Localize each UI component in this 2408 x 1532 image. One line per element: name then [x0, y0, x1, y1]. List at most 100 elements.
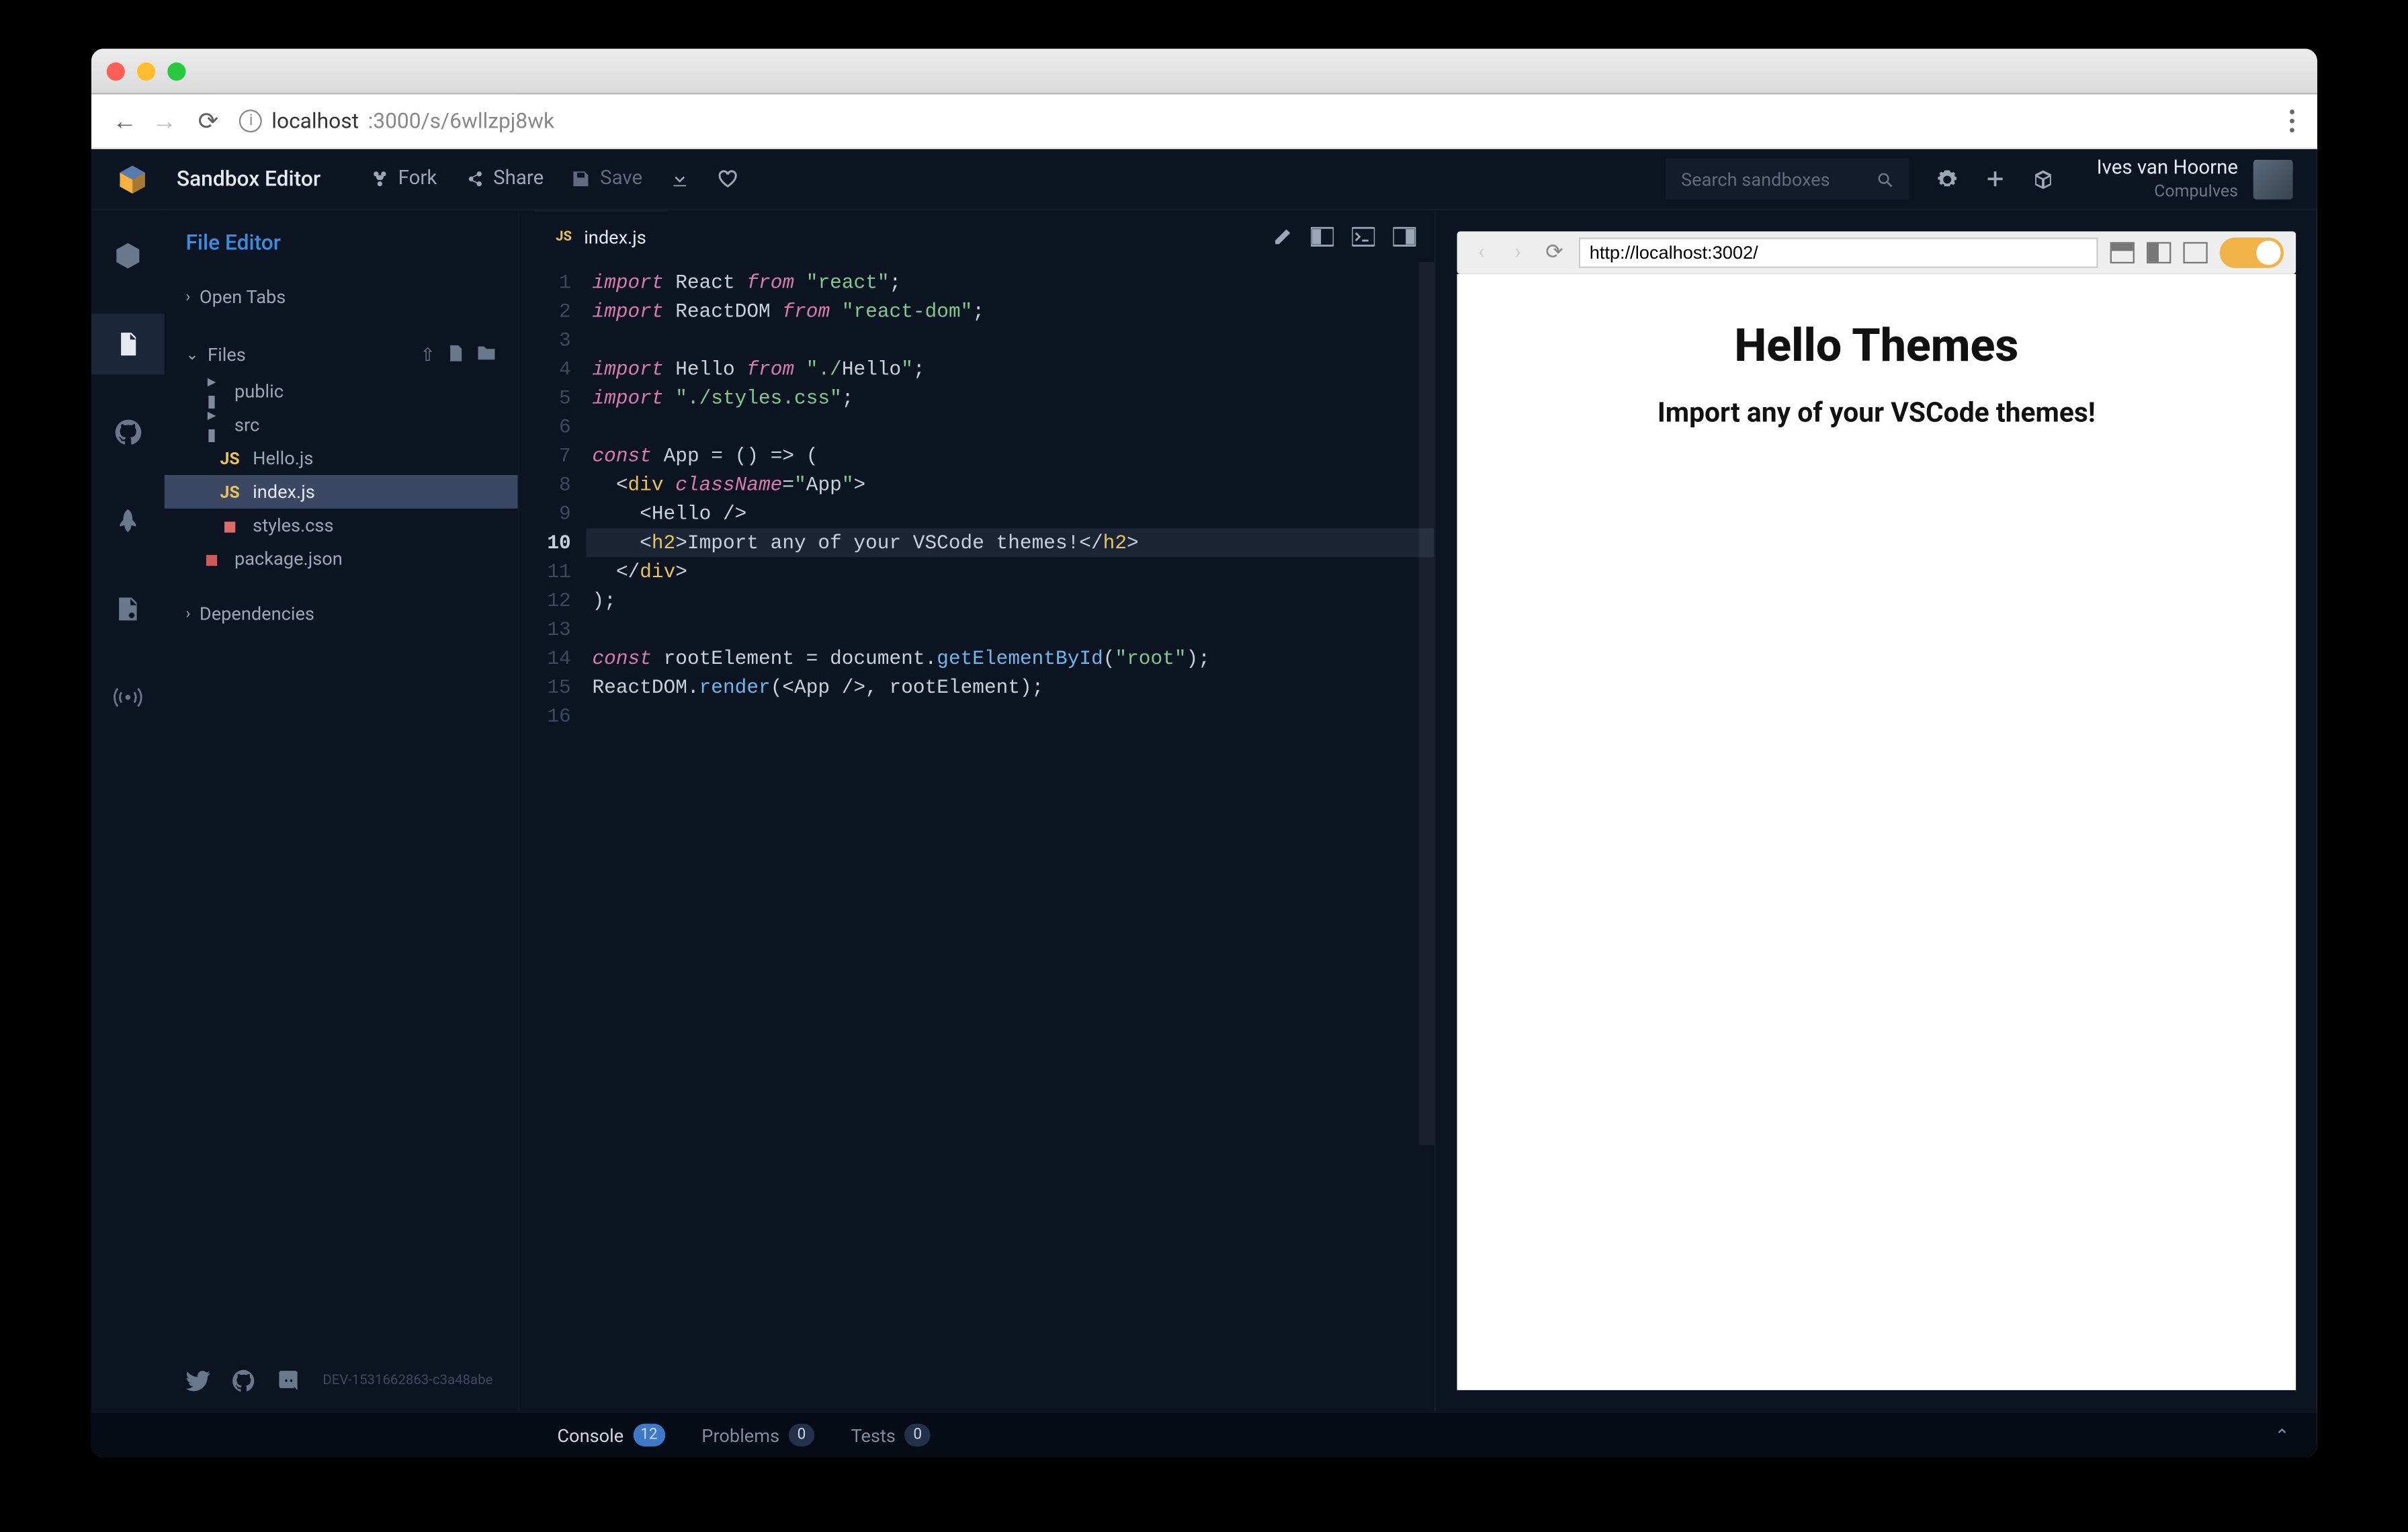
file-row-index-js[interactable]: JS index.js	[165, 475, 518, 509]
search-sandboxes[interactable]: Search sandboxes	[1666, 159, 1909, 200]
layout-preview-icon[interactable]	[1393, 226, 1416, 246]
chevron-right-icon: ›	[185, 288, 190, 305]
minimize-window-button[interactable]	[137, 62, 155, 80]
layout-split-icon[interactable]	[2147, 242, 2171, 263]
search-placeholder: Search sandboxes	[1681, 168, 1830, 189]
file-row-src[interactable]: ▸ ▮ src	[165, 408, 518, 441]
js-icon: JS	[556, 229, 572, 245]
fork-label: Fork	[398, 167, 437, 190]
address-bar[interactable]: i localhost :3000/s/6wllzpj8wk	[240, 109, 2257, 133]
new-sandbox-icon[interactable]	[1985, 169, 2005, 189]
user-menu[interactable]: Ives van Hoorne CompuIves	[2097, 157, 2293, 201]
activity-github-icon[interactable]	[91, 402, 165, 463]
fork-button[interactable]: Fork	[370, 167, 437, 190]
sidebar-open-tabs[interactable]: › Open Tabs	[165, 277, 518, 316]
new-folder-icon[interactable]	[476, 344, 496, 366]
editor-tab-index[interactable]: JS index.js	[534, 210, 667, 262]
discord-icon[interactable]	[277, 1370, 301, 1392]
like-icon[interactable]	[717, 168, 738, 189]
preview-heading: Hello Themes	[1734, 320, 2018, 373]
activity-config-icon[interactable]	[91, 579, 165, 640]
line-gutter: 12345678910111213141516	[519, 268, 587, 1412]
browser-menu-button[interactable]	[2290, 110, 2296, 132]
preview-reload-button[interactable]: ⟳	[1542, 241, 1566, 265]
codesandbox-app: Sandbox Editor Fork Share Save Search sa…	[91, 149, 2317, 1457]
share-button[interactable]: Share	[464, 167, 544, 190]
status-console[interactable]: Console 12	[557, 1424, 665, 1447]
save-label: Save	[600, 167, 642, 190]
sidebar: File Editor › Open Tabs ⌄ Files ⇧ ▸ ▮	[165, 210, 518, 1412]
titlebar	[91, 49, 2317, 95]
activity-live-icon[interactable]	[91, 667, 165, 728]
tests-count-badge: 0	[905, 1424, 931, 1447]
cube-icon[interactable]	[2032, 168, 2054, 189]
user-handle: CompuIves	[2097, 181, 2238, 201]
file-row-public[interactable]: ▸ ▮ public	[165, 374, 518, 408]
chevron-right-icon: ›	[185, 605, 190, 622]
open-external-icon[interactable]	[2183, 242, 2207, 263]
reload-button[interactable]: ⟳	[198, 107, 218, 136]
preview-toggle[interactable]	[2220, 237, 2284, 267]
activity-deploy-icon[interactable]	[91, 491, 165, 552]
code-area[interactable]: 12345678910111213141516 import React fro…	[519, 262, 1434, 1412]
status-tests[interactable]: Tests 0	[851, 1424, 931, 1447]
activity-project-icon[interactable]	[91, 225, 165, 286]
preview-url-input[interactable]	[1579, 237, 2098, 267]
file-row-package-json[interactable]: ◼ package.json	[165, 542, 518, 576]
preview-panel: ‹ › ⟳ Hello Themes Import any of your VS…	[1434, 210, 2317, 1412]
preview-subheading: Import any of your VSCode themes!	[1658, 397, 2096, 429]
status-bar: Console 12 Problems 0 Tests 0 ⌃	[91, 1412, 2317, 1457]
file-row-hello-js[interactable]: JS Hello.js	[165, 441, 518, 475]
url-path: :3000/s/6wllzpj8wk	[368, 109, 555, 133]
status-problems[interactable]: Problems 0	[701, 1424, 814, 1447]
editor: JS index.js 12345678910111213141516 impo…	[517, 210, 1434, 1412]
zoom-window-button[interactable]	[167, 62, 185, 80]
upload-icon[interactable]: ⇧	[420, 344, 435, 366]
sidebar-dependencies[interactable]: › Dependencies	[165, 594, 518, 634]
preview-back-button[interactable]: ‹	[1469, 241, 1494, 265]
browser-toolbar: ← → ⟳ i localhost :3000/s/6wllzpj8wk	[91, 94, 2317, 149]
file-row-styles-css[interactable]: ◼ styles.css	[165, 509, 518, 542]
app-main: File Editor › Open Tabs ⌄ Files ⇧ ▸ ▮	[91, 210, 2317, 1412]
layout-editor-icon[interactable]	[1311, 226, 1334, 246]
npm-icon: ◼	[201, 549, 222, 568]
activity-bar	[91, 210, 165, 1412]
back-button[interactable]: ←	[113, 105, 137, 136]
editor-scrollbar[interactable]	[1419, 262, 1434, 1145]
edit-icon[interactable]	[1273, 226, 1292, 246]
new-file-icon[interactable]	[447, 344, 464, 366]
url-host: localhost	[271, 109, 359, 133]
settings-icon[interactable]	[1937, 168, 1959, 189]
app-header: Sandbox Editor Fork Share Save Search sa…	[91, 149, 2317, 210]
close-window-button[interactable]	[107, 62, 125, 80]
user-name: Ives van Hoorne	[2097, 157, 2238, 181]
console-count-badge: 12	[633, 1424, 665, 1447]
status-expand-icon[interactable]: ⌃	[2274, 1424, 2290, 1446]
layout-terminal-icon[interactable]	[1352, 226, 1375, 246]
site-info-icon[interactable]: i	[240, 110, 263, 132]
search-icon	[1876, 170, 1894, 188]
activity-files-icon[interactable]	[91, 314, 165, 375]
folder-icon: ▸ ▮	[201, 405, 222, 445]
download-icon[interactable]	[670, 169, 689, 189]
code-lines: import React from "react";import ReactDO…	[586, 268, 1434, 1412]
save-button[interactable]: Save	[571, 167, 642, 190]
browser-window: 6wllzpj8wk - CodeSandbox × Guest ← → ⟳ i…	[91, 49, 2317, 1457]
preview-frame: Hello Themes Import any of your VSCode t…	[1457, 274, 2296, 1390]
preview-forward-button[interactable]: ›	[1506, 241, 1530, 265]
chevron-down-icon: ⌄	[185, 347, 198, 364]
forward-button[interactable]: →	[153, 105, 177, 136]
github-footer-icon[interactable]	[231, 1369, 255, 1393]
sidebar-files[interactable]: ⌄ Files ⇧	[165, 335, 518, 375]
codesandbox-logo	[116, 162, 149, 196]
app-title: Sandbox Editor	[177, 167, 320, 191]
js-icon: JS	[219, 482, 241, 501]
sidebar-title: File Editor	[165, 219, 518, 277]
window-controls	[107, 62, 186, 80]
avatar	[2253, 159, 2293, 199]
editor-tabs: JS index.js	[519, 210, 1434, 262]
problems-count-badge: 0	[789, 1424, 815, 1447]
preview-toolbar: ‹ › ⟳	[1457, 231, 2296, 273]
twitter-icon[interactable]	[185, 1370, 210, 1392]
layout-small-icon[interactable]	[2110, 242, 2135, 263]
